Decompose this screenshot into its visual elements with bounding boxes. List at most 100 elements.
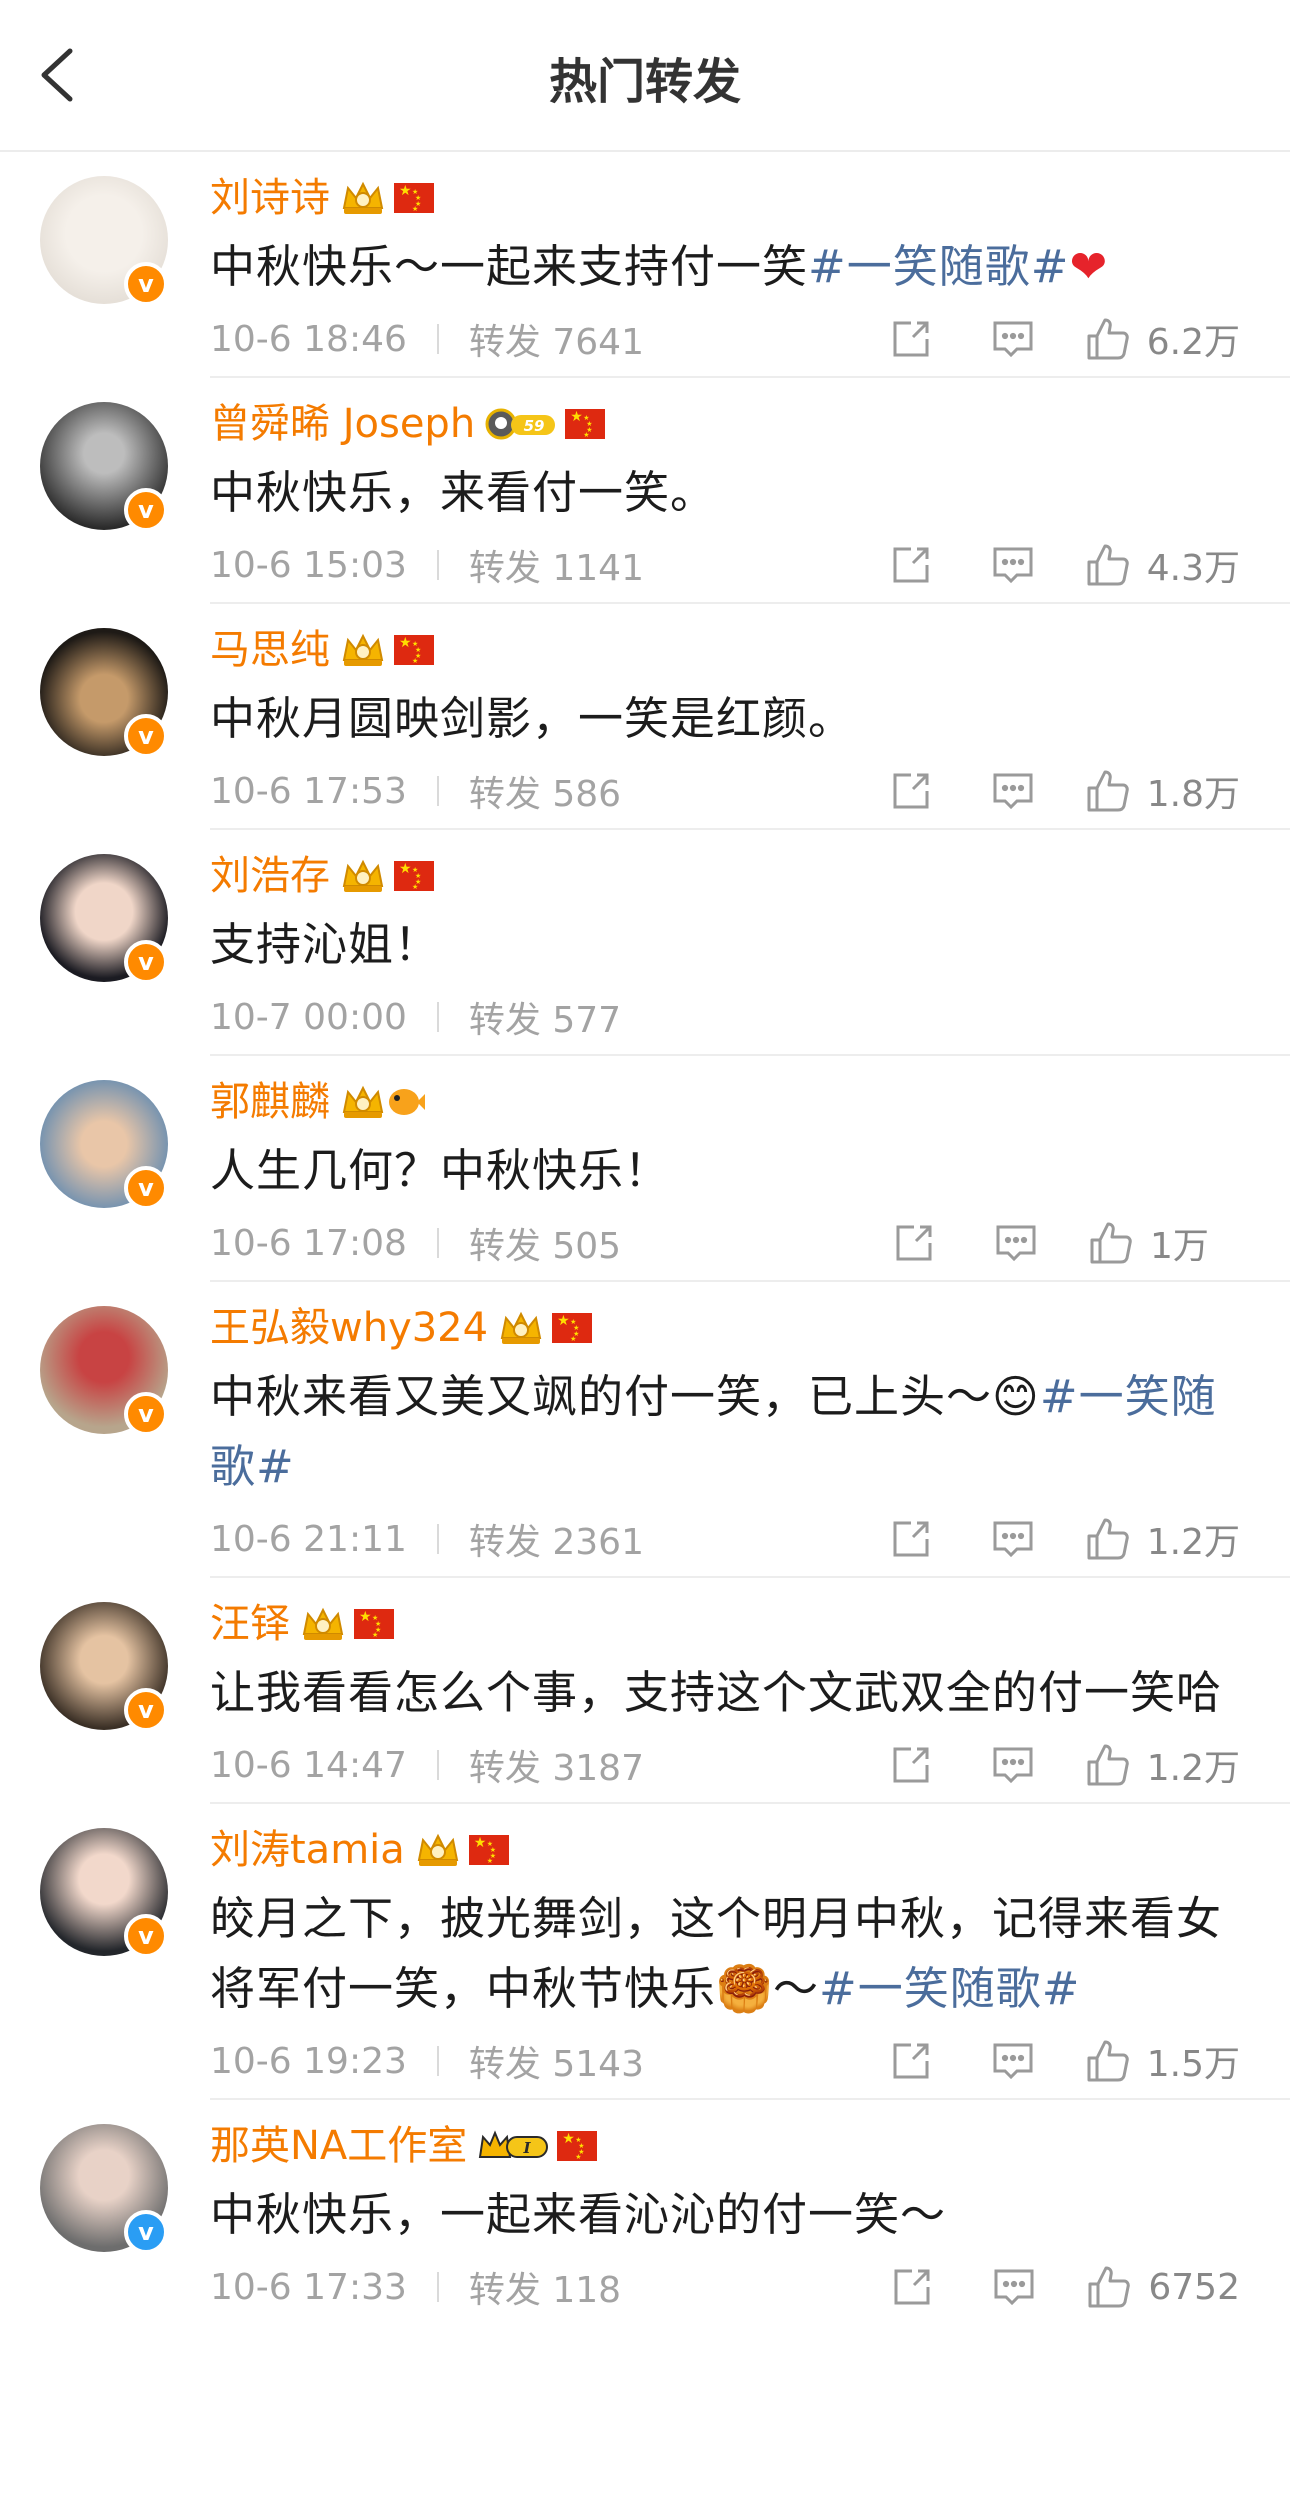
repost-text: 中秋快乐～一起来支持付一笑#一笑随歌#❤ <box>210 240 1109 293</box>
repost-item[interactable]: v 王弘毅why324 ★ ★ ★ ★ ★ 中秋来看又美又飒的付一笑，已上头～😊#一笑随… <box>0 1282 1290 1578</box>
vip-badge-icon: ★ ★ ★ ★ ★ <box>340 853 434 899</box>
share-icon[interactable] <box>889 543 933 587</box>
china-flag-icon: ★ ★ ★ ★ ★ <box>394 183 434 213</box>
heart-emoji-icon: ❤ <box>1069 240 1109 293</box>
user-name[interactable]: 郭麒麟 <box>210 1072 330 1132</box>
thumbs-up-icon <box>1087 1744 1129 1786</box>
repost-count: 转发 7641 <box>468 322 644 363</box>
comment-icon[interactable] <box>994 1221 1038 1265</box>
repost-item[interactable]: v 刘涛tamia ★ ★ ★ ★ ★ 皎月之下，披光舞剑，这个明月中秋，记得来看女将军… <box>0 1804 1290 2100</box>
china-flag-icon: ★ ★ ★ ★ ★ <box>565 409 606 439</box>
like-button[interactable]: 6752 <box>1086 2264 1240 2310</box>
meta-divider <box>436 2046 439 2076</box>
comment-icon[interactable] <box>991 1743 1035 1787</box>
like-button[interactable]: 4.3万 <box>1085 539 1240 591</box>
china-flag-icon: ★ ★ ★ ★ ★ <box>394 635 434 665</box>
comment-icon[interactable] <box>991 1517 1035 1561</box>
repost-list: v 刘诗诗 ★ ★ ★ ★ ★ 中秋快乐～一起来支持付一笑#一笑随歌#❤ 10-6 18… <box>0 152 1290 2324</box>
repost-count: 转发 5143 <box>468 2044 644 2085</box>
vip-badge-icon: I ★ ★ ★ ★ ★ <box>477 2123 598 2169</box>
user-name[interactable]: 曾舜晞 Joseph <box>210 394 475 454</box>
like-count: 6.2万 <box>1146 322 1240 363</box>
share-icon[interactable] <box>889 317 933 361</box>
meta-divider <box>436 776 439 806</box>
repost-text: 支持沁姐！ <box>210 918 441 971</box>
repost-item[interactable]: v 刘诗诗 ★ ★ ★ ★ ★ 中秋快乐～一起来支持付一笑#一笑随歌#❤ 10-6 18… <box>0 152 1290 378</box>
meta-divider <box>436 1750 439 1780</box>
verified-badge-icon: v <box>124 2210 168 2254</box>
vip-badge-icon: ★ ★ ★ ★ ★ <box>498 1305 593 1351</box>
repost-text: 中秋快乐，一起来看沁沁的付一笑～ <box>210 2188 947 2241</box>
post-time: 10-6 17:53 <box>210 770 407 812</box>
thumbs-up-icon <box>1087 770 1129 812</box>
comment-icon[interactable] <box>991 2039 1035 2083</box>
thumbs-up-icon <box>1090 1222 1132 1264</box>
like-button[interactable]: 1.2万 <box>1085 1513 1240 1565</box>
like-button[interactable]: 6.2万 <box>1085 313 1240 365</box>
share-icon[interactable] <box>889 1743 933 1787</box>
user-name[interactable]: 王弘毅why324 <box>210 1298 488 1358</box>
verified-badge-icon: v <box>124 1688 168 1732</box>
repost-item[interactable]: v 曾舜晞 Joseph 59 ★ ★ ★ ★ ★ 中秋快乐，来看付一笑。 10-6 15… <box>0 378 1290 604</box>
thumbs-up-icon <box>1087 1518 1129 1560</box>
repost-count: 转发 3187 <box>468 1748 644 1789</box>
meta-divider <box>436 2272 439 2302</box>
post-time: 10-6 17:08 <box>210 1222 407 1264</box>
repost-item[interactable]: v 马思纯 ★ ★ ★ ★ ★ 中秋月圆映剑影，一笑是红颜。 10-6 17:53 转发… <box>0 604 1290 830</box>
repost-item[interactable]: v 汪铎 ★ ★ ★ ★ ★ 让我看看怎么个事，支持这个文武双全的付一笑哈 10-6 1… <box>0 1578 1290 1804</box>
repost-item[interactable]: v 郭麒麟 人生几何？中秋快乐！ 10-6 17:08 转发 505 1万 <box>0 1056 1290 1282</box>
user-name[interactable]: 那英NA工作室 <box>210 2116 467 2176</box>
topic-hashtag-link[interactable]: #一笑随歌# <box>808 240 1069 293</box>
thumbs-up-icon <box>1088 2266 1131 2308</box>
china-flag-icon: ★ ★ ★ ★ ★ <box>354 1609 394 1639</box>
share-icon[interactable] <box>889 769 933 813</box>
repost-count: 转发 1141 <box>468 548 644 589</box>
svg-text:I: I <box>523 2139 532 2157</box>
post-time: 10-6 15:03 <box>210 544 407 586</box>
verified-badge-icon: v <box>124 262 168 306</box>
like-count: 4.3万 <box>1146 548 1240 589</box>
like-button[interactable]: 1万 <box>1088 1217 1240 1269</box>
share-icon[interactable] <box>889 1517 933 1561</box>
post-time: 10-7 00:00 <box>210 996 407 1038</box>
comment-icon[interactable] <box>991 543 1035 587</box>
comment-icon[interactable] <box>992 2265 1036 2309</box>
user-name[interactable]: 马思纯 <box>210 620 330 680</box>
like-button[interactable]: 1.5万 <box>1085 2035 1240 2087</box>
like-count: 6752 <box>1148 2266 1240 2308</box>
like-count: 1.2万 <box>1146 1522 1240 1563</box>
like-count: 1.2万 <box>1146 1748 1240 1789</box>
repost-item[interactable]: v 刘浩存 ★ ★ ★ ★ ★ 支持沁姐！ 10-7 00:00 转发 577 <box>0 830 1290 1056</box>
user-name[interactable]: 刘涛tamia <box>210 1820 405 1880</box>
repost-item[interactable]: v 那英NA工作室 I ★ ★ ★ ★ ★ 中秋快乐，一起来看沁沁的付一笑～ 10-6 1… <box>0 2100 1290 2324</box>
top-nav-bar: 热门转发 <box>0 0 1290 152</box>
like-button[interactable]: 1.2万 <box>1085 1739 1240 1791</box>
verified-badge-icon: v <box>124 488 168 532</box>
repost-text: 让我看看怎么个事，支持这个文武双全的付一笑哈 <box>210 1666 1223 1719</box>
repost-text: 中秋快乐，来看付一笑。 <box>210 466 717 519</box>
user-name[interactable]: 汪铎 <box>210 1594 290 1654</box>
topic-hashtag-link[interactable]: #一笑随歌# <box>819 1962 1080 2015</box>
share-icon[interactable] <box>889 2039 933 2083</box>
vip-badge-icon: ★ ★ ★ ★ ★ <box>340 175 434 221</box>
comment-icon[interactable] <box>991 317 1035 361</box>
share-icon[interactable] <box>890 2265 934 2309</box>
china-flag-icon: ★ ★ ★ ★ ★ <box>468 1835 509 1865</box>
comment-icon[interactable] <box>991 769 1035 813</box>
china-flag-icon: ★ ★ ★ ★ ★ <box>557 2131 598 2161</box>
china-flag-icon: ★ ★ ★ ★ ★ <box>394 861 434 891</box>
repost-text: 中秋来看又美又飒的付一笑，已上头～😊#一笑随歌# <box>210 1370 1217 1493</box>
like-count: 1.8万 <box>1146 774 1240 815</box>
repost-count: 转发 505 <box>468 1226 622 1267</box>
user-name[interactable]: 刘诗诗 <box>210 168 330 228</box>
meta-divider <box>436 1228 439 1258</box>
vip-badge-icon: ★ ★ ★ ★ ★ <box>340 627 434 673</box>
repost-count: 转发 118 <box>468 2270 622 2311</box>
user-name[interactable]: 刘浩存 <box>210 846 330 906</box>
repost-text: 人生几何？中秋快乐！ <box>210 1144 671 1197</box>
verified-badge-icon: v <box>124 940 168 984</box>
topic-hashtag-link[interactable]: #一笑随歌# <box>210 1370 1217 1493</box>
share-icon[interactable] <box>892 1221 936 1265</box>
repost-count: 转发 577 <box>468 1000 622 1041</box>
like-button[interactable]: 1.8万 <box>1085 765 1240 817</box>
